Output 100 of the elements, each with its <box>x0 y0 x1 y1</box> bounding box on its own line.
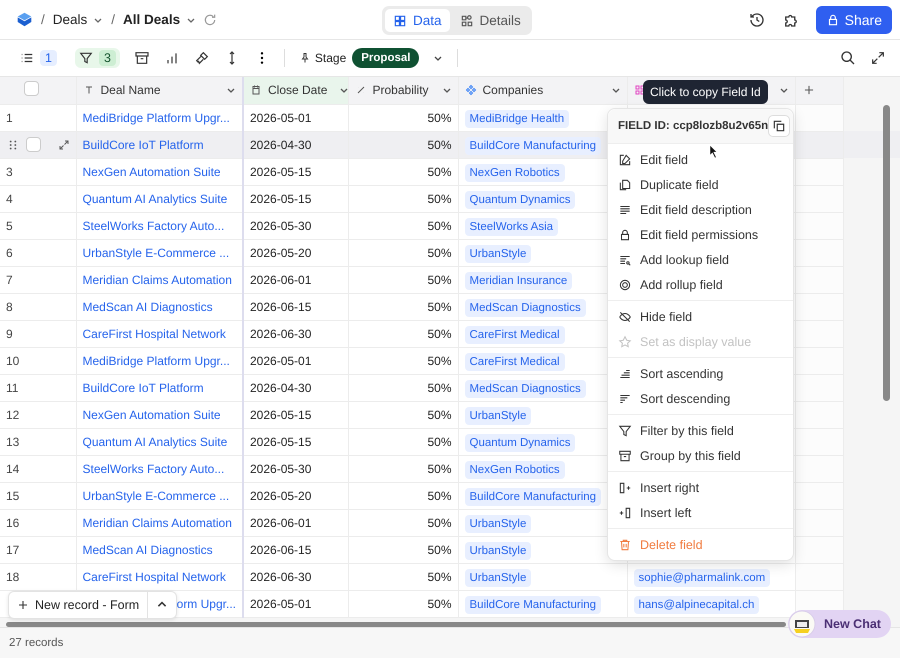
field-id: FIELD ID: ccp8lozb8u2v65n <box>618 120 768 132</box>
company-tag[interactable]: UrbanStyle <box>464 406 532 424</box>
menu-item[interactable]: Insert left <box>608 500 793 525</box>
breadcrumb-link[interactable]: Deals <box>52 12 88 27</box>
horizontal-scrollbar[interactable] <box>6 622 786 627</box>
column-header[interactable]: Probability <box>372 83 429 98</box>
row-number: 8 <box>6 300 13 314</box>
menu-item[interactable]: Add rollup field <box>608 272 793 297</box>
menu-item[interactable]: Sort ascending <box>608 361 793 386</box>
date-cell: 2026-04-30 <box>250 138 312 152</box>
probability-cell: 50% <box>427 380 452 394</box>
menu-item[interactable]: Group by this field <box>608 443 793 468</box>
filter-button[interactable]: 3 <box>74 48 120 68</box>
expand-row-icon[interactable] <box>58 138 70 150</box>
tooltip: Click to copy Field Id <box>643 80 768 104</box>
company-tag[interactable]: NexGen Robotics <box>464 460 565 478</box>
refresh-icon[interactable] <box>202 12 218 28</box>
menu-item[interactable]: Filter by this field <box>608 418 793 443</box>
probability-cell: 50% <box>427 434 452 448</box>
company-tag[interactable]: MedScan Diagnostics <box>464 380 586 398</box>
date-cell: 2026-06-15 <box>250 300 312 314</box>
probability-cell: 50% <box>427 516 452 530</box>
select-all-checkbox[interactable] <box>24 81 39 96</box>
expand-icon[interactable] <box>870 50 886 66</box>
new-chat-button[interactable]: New Chat <box>788 610 891 638</box>
company-tag[interactable]: Meridian Insurance <box>464 272 572 290</box>
company-tag[interactable]: SteelWorks Asia <box>464 218 558 236</box>
vertical-scrollbar[interactable] <box>883 105 890 401</box>
fields-button[interactable]: 1 <box>16 48 61 68</box>
grid-icon <box>634 84 646 96</box>
trash-icon <box>618 538 632 552</box>
company-tag[interactable]: MedScan Diagnostics <box>464 298 586 316</box>
probability-cell: 50% <box>427 192 452 206</box>
company-tag[interactable]: CareFirst Medical <box>464 352 565 370</box>
company-tag[interactable]: CareFirst Medical <box>464 326 565 344</box>
column-header[interactable]: Companies <box>482 83 544 98</box>
link-icon <box>464 84 476 96</box>
email-tag[interactable]: sophie@pharmalink.com <box>634 568 770 586</box>
company-tag[interactable]: BuildCore Manufacturing <box>464 488 602 506</box>
row-number: 3 <box>6 164 13 178</box>
search-icon[interactable] <box>840 50 856 66</box>
company-tag[interactable]: Quantum Dynamics <box>464 434 576 452</box>
edit-icon <box>618 152 632 166</box>
date-cell: 2026-05-30 <box>250 462 312 476</box>
email-tag[interactable]: hans@alpinecapital.ch <box>634 596 760 614</box>
company-tag[interactable]: UrbanStyle <box>464 244 532 262</box>
date-cell: 2026-05-15 <box>250 434 312 448</box>
menu-item[interactable]: Edit field description <box>608 197 793 222</box>
company-tag[interactable]: MediBridge Health <box>464 110 570 128</box>
column-header[interactable]: Deal Name <box>100 83 161 98</box>
copy-button[interactable] <box>768 115 790 137</box>
hide-icon <box>618 310 632 324</box>
deal-name-link[interactable]: orm Upgr... <box>176 596 236 610</box>
date-cell: 2026-05-01 <box>250 596 312 610</box>
date-cell: 2026-06-30 <box>250 326 312 340</box>
row-number: 15 <box>6 488 20 502</box>
row-number: 11 <box>6 380 18 394</box>
row-number: 14 <box>6 462 20 476</box>
row-number: 4 <box>6 192 13 206</box>
brush-icon[interactable] <box>194 50 210 66</box>
probability-cell: 50% <box>427 596 452 610</box>
company-tag[interactable]: BuildCore Manufacturing <box>464 596 602 614</box>
menu-item[interactable]: Duplicate field <box>608 172 793 197</box>
insert-right-icon <box>618 480 632 494</box>
company-tag[interactable]: UrbanStyle <box>464 514 532 532</box>
probability-cell: 50% <box>427 218 452 232</box>
archive-icon <box>618 448 632 462</box>
view-tab[interactable]: Details <box>452 9 529 32</box>
company-tag[interactable]: UrbanStyle <box>464 542 532 560</box>
new-record-button[interactable]: New record - Form <box>8 591 178 619</box>
menu-item[interactable]: Add lookup field <box>608 247 793 272</box>
company-tag[interactable]: NexGen Robotics <box>464 164 565 182</box>
breadcrumb-link[interactable]: All Deals <box>123 12 180 27</box>
pin-label: Stage <box>314 51 346 65</box>
history-icon[interactable] <box>748 10 766 28</box>
menu-item[interactable]: Hide field <box>608 304 793 329</box>
company-tag[interactable]: BuildCore Manufacturing <box>464 136 602 154</box>
probability-cell: 50% <box>427 138 452 152</box>
menu-item[interactable]: Insert right <box>608 475 793 500</box>
row-number: 18 <box>6 570 20 584</box>
probability-cell: 50% <box>427 462 452 476</box>
row-number: 1 <box>6 110 13 124</box>
menu-item[interactable]: Edit field permissions <box>608 222 793 247</box>
menu-item[interactable]: Sort descending <box>608 386 793 411</box>
date-cell: 2026-05-15 <box>250 192 312 206</box>
company-tag[interactable]: Quantum Dynamics <box>464 190 576 208</box>
archive-icon[interactable] <box>134 50 150 66</box>
date-cell: 2026-05-20 <box>250 246 312 260</box>
date-cell: 2026-06-15 <box>250 542 312 556</box>
breadcrumb-separator: / <box>41 12 45 27</box>
probability-cell: 50% <box>427 272 452 286</box>
stage-tag: Proposal <box>352 48 420 68</box>
menu-item[interactable]: Delete field <box>608 532 793 557</box>
breadcrumb-separator: / <box>111 12 116 27</box>
row-checkbox[interactable] <box>26 137 41 152</box>
menu-item[interactable]: Edit field <box>608 147 793 172</box>
row-number: 12 <box>6 408 20 422</box>
share-button[interactable]: Share <box>816 6 892 34</box>
view-tab[interactable]: Data <box>385 9 450 32</box>
company-tag[interactable]: UrbanStyle <box>464 568 532 586</box>
